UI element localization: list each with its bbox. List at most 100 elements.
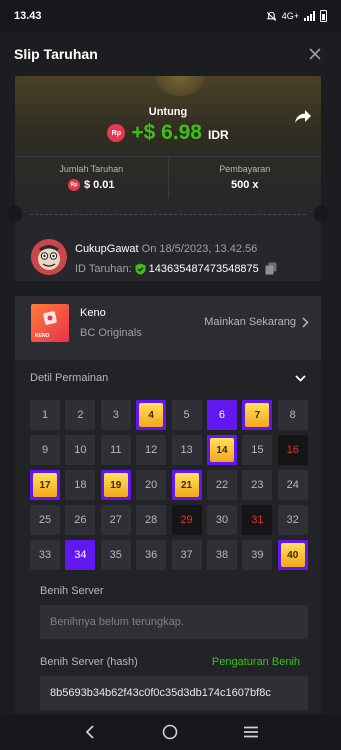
keno-cell-12[interactable]: 12 [136,435,167,465]
keno-cell-30[interactable]: 30 [206,505,237,535]
keno-cell-24[interactable]: 24 [277,470,308,500]
details-title: Detil Permainan [30,372,109,384]
server-seed-field[interactable]: Benihnya belum terungkap. [40,605,308,639]
keno-cell-37[interactable]: 37 [171,540,202,570]
keno-cell-40[interactable]: 40 [277,540,308,570]
keno-cell-3[interactable]: 3 [100,400,131,430]
play-now-label: Mainkan Sekarang [204,316,296,328]
server-seed-value: Benihnya belum terungkap. [50,616,184,628]
keno-cell-33[interactable]: 33 [30,540,60,570]
details-toggle[interactable]: Detil Permainan [15,360,321,396]
hash-value: 8b5693b34b62f43c0f0c35d3db174c1607bf8c [50,687,271,699]
bet-stats: Jumlah Taruhan Rp $ 0.01 Pembayaran 500 … [15,156,321,198]
payout-stat: Pembayaran 500 x [167,157,322,198]
payout-value: 500 x [230,179,259,191]
keno-hit-tile: 40 [280,543,305,567]
keno-cell-8[interactable]: 8 [277,400,308,430]
hash-field[interactable]: 8b5693b34b62f43c0f0c35d3db174c1607bf8c [40,676,308,710]
bet-amount: $ 0.01 [83,179,115,191]
user-info: CukupGawat On 18/5/2023, 13.42.56 ID Tar… [15,221,321,281]
slip-content[interactable]: Untung Rp +$ 6.98 IDR Jumlah Taruhan Rp … [0,76,341,714]
keno-cell-25[interactable]: 25 [30,505,60,535]
chevron-right-icon [302,316,309,328]
keno-cell-29[interactable]: 29 [171,505,202,535]
profit-card: Untung Rp +$ 6.98 IDR Jumlah Taruhan Rp … [8,76,328,223]
keno-cell-17[interactable]: 17 [30,470,60,500]
keno-board: 1 2 3 4 5 6 7 8 9 10 11 12 13 14 15 16 17 18 19 20 21 22 23 24 2… [30,400,312,570]
keno-cell-14[interactable]: 14 [206,435,237,465]
game-provider: BC Originals [80,327,142,339]
keno-logo-text: KENO [35,333,50,339]
keno-cell-39[interactable]: 39 [242,540,273,570]
bet-amount-value: Rp $ 0.01 [67,179,115,191]
back-chevron-icon [85,725,94,739]
keno-cell-21[interactable]: 21 [171,470,202,500]
keno-cell-35[interactable]: 35 [100,540,131,570]
monkey-avatar-icon [31,239,67,275]
keno-cell-9[interactable]: 9 [30,435,60,465]
menu-lines-icon [243,726,258,738]
profit-currency: IDR [207,127,229,142]
username[interactable]: CukupGawat [75,243,139,255]
bet-id-label: ID Taruhan: [75,262,132,275]
keno-cell-2[interactable]: 2 [65,400,96,430]
keno-cell-27[interactable]: 27 [100,505,131,535]
bet-date: On 18/5/2023, 13.42.56 [141,243,258,255]
keno-cell-20[interactable]: 20 [136,470,167,500]
keno-cell-11[interactable]: 11 [100,435,131,465]
keno-cell-16[interactable]: 16 [277,435,308,465]
keno-thumbnail[interactable]: KENO [31,304,69,342]
keno-hit-tile: 17 [33,473,57,497]
profit-row: Rp +$ 6.98 IDR [15,121,321,145]
keno-cell-15[interactable]: 15 [242,435,273,465]
keno-cell-22[interactable]: 22 [206,470,237,500]
seed-settings-link[interactable]: Pengaturan Benih [212,656,300,668]
keno-hit-tile: 7 [245,403,270,427]
keno-cell-6[interactable]: 6 [206,400,237,430]
keno-cell-38[interactable]: 38 [206,540,237,570]
keno-cell-18[interactable]: 18 [65,470,96,500]
currency-badge-small: Rp [67,179,80,191]
keno-cell-7[interactable]: 7 [242,400,273,430]
keno-cell-1[interactable]: 1 [30,400,60,430]
keno-cell-4[interactable]: 4 [136,400,167,430]
bet-amount-stat: Jumlah Taruhan Rp $ 0.01 [15,157,168,198]
keno-cell-13[interactable]: 13 [171,435,202,465]
verified-shield-icon [135,263,146,274]
close-button[interactable] [303,42,327,66]
close-icon [309,48,321,60]
keno-cell-26[interactable]: 26 [65,505,96,535]
nav-home-button[interactable] [158,720,182,744]
share-icon [295,110,311,123]
game-details: Detil Permainan 1 2 3 4 5 6 7 8 9 10 11 12 13 14 15 16 1… [15,360,321,714]
keno-cell-28[interactable]: 28 [136,505,167,535]
header-bar: Slip Taruhan [0,32,341,76]
keno-cell-32[interactable]: 32 [277,505,308,535]
bet-amount-label: Jumlah Taruhan [59,164,124,174]
nav-recents-button[interactable] [239,720,263,744]
keno-cell-19[interactable]: 19 [100,470,131,500]
home-circle-icon [163,724,178,740]
keno-hit-tile: 21 [174,473,199,497]
keno-cell-23[interactable]: 23 [242,470,273,500]
status-bar: 13.43 4G+ [0,0,341,32]
android-nav-bar [0,714,341,750]
play-now-link[interactable]: Mainkan Sekarang [204,316,309,328]
copy-icon[interactable] [265,262,277,275]
game-name: Keno [80,307,106,319]
game-card[interactable]: KENO Keno BC Originals Mainkan Sekarang [15,296,321,360]
profit-amount: +$ 6.98 [131,121,202,144]
keno-cell-31[interactable]: 31 [242,505,273,535]
currency-badge: Rp [107,124,126,142]
status-icons: 4G+ [266,10,327,22]
nav-back-button[interactable] [78,720,102,744]
share-button[interactable] [293,107,315,129]
avatar[interactable] [31,239,67,275]
keno-cell-36[interactable]: 36 [136,540,167,570]
profit-label: Untung [148,106,188,118]
mute-icon [266,11,276,21]
keno-cell-10[interactable]: 10 [65,435,96,465]
keno-hit-tile: 19 [103,473,128,497]
keno-cell-34[interactable]: 34 [65,540,96,570]
keno-cell-5[interactable]: 5 [171,400,202,430]
